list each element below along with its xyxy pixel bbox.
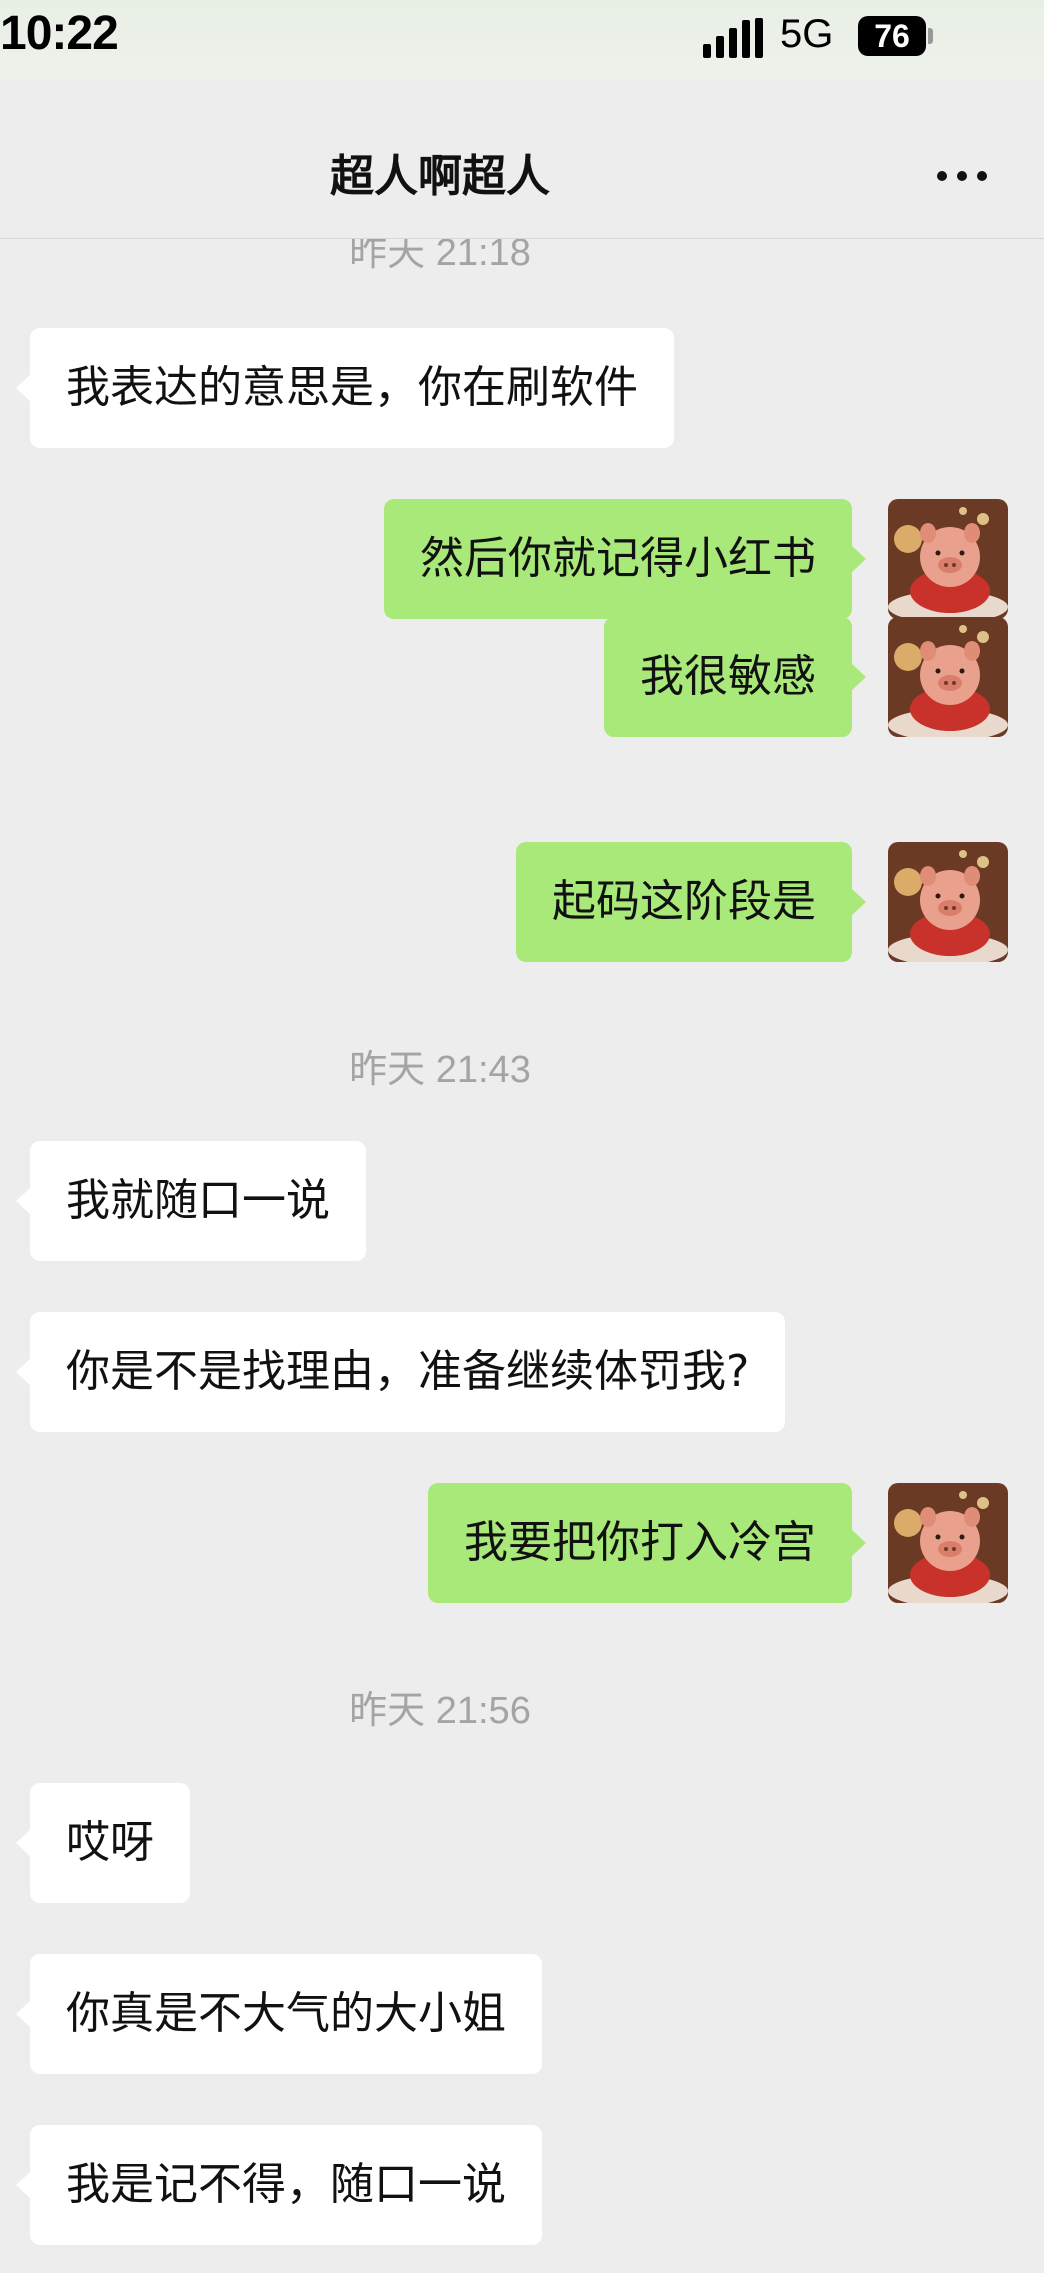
chat-header: 超人啊超人 xyxy=(0,80,1044,239)
message-bubble-incoming[interactable]: 你真是不大气的大小姐 xyxy=(16,1954,542,2074)
message-bubble-incoming[interactable]: 我表达的意思是，你在刷软件 xyxy=(16,328,674,448)
message-bubble-incoming[interactable]: 我是记不得，随口一说 xyxy=(16,2125,542,2245)
battery-tip xyxy=(928,28,933,44)
battery-level: 76 xyxy=(874,18,910,54)
message-bubble-outgoing[interactable]: 我要把你打入冷宫 xyxy=(428,1483,866,1603)
pig-avatar-icon xyxy=(888,842,1008,962)
message-bubble-incoming[interactable]: 你是不是找理由，准备继续体罚我? xyxy=(15,1312,786,1432)
timestamp: 昨天 21:18 xyxy=(349,239,531,274)
avatar[interactable] xyxy=(888,1483,1008,1603)
chat-title[interactable]: 超人啊超人 xyxy=(0,140,880,204)
message-bubble-outgoing[interactable]: 然后你就记得小红书 xyxy=(384,499,866,619)
status-time: 10:22 xyxy=(0,7,119,60)
pig-avatar-icon xyxy=(888,499,1008,619)
timestamp: 昨天 21:56 xyxy=(349,1690,531,1732)
avatar[interactable] xyxy=(888,842,1008,962)
more-dots-icon[interactable] xyxy=(934,166,990,186)
avatar[interactable] xyxy=(888,499,1008,619)
message-bubble-outgoing[interactable]: 我很敏感 xyxy=(604,617,866,737)
timestamp: 昨天 21:43 xyxy=(349,1049,531,1091)
avatar[interactable] xyxy=(888,617,1008,737)
signal-icon xyxy=(703,18,763,58)
battery-icon: 76 xyxy=(858,16,926,56)
status-bar: 10:22 5G 76 xyxy=(0,0,1044,80)
message-bubble-incoming[interactable]: 我就随口一说 xyxy=(16,1141,366,1261)
message-bubble-incoming[interactable]: 哎呀 xyxy=(16,1783,190,1903)
pig-avatar-icon xyxy=(888,617,1008,737)
message-bubble-outgoing[interactable]: 起码这阶段是 xyxy=(516,842,866,962)
message-list[interactable]: 昨天 21:18 我表达的意思是，你在刷软件 然后你就记得小红书 我很敏感 起码… xyxy=(0,239,1044,2273)
pig-avatar-icon xyxy=(888,1483,1008,1603)
network-type: 5G xyxy=(780,12,834,56)
